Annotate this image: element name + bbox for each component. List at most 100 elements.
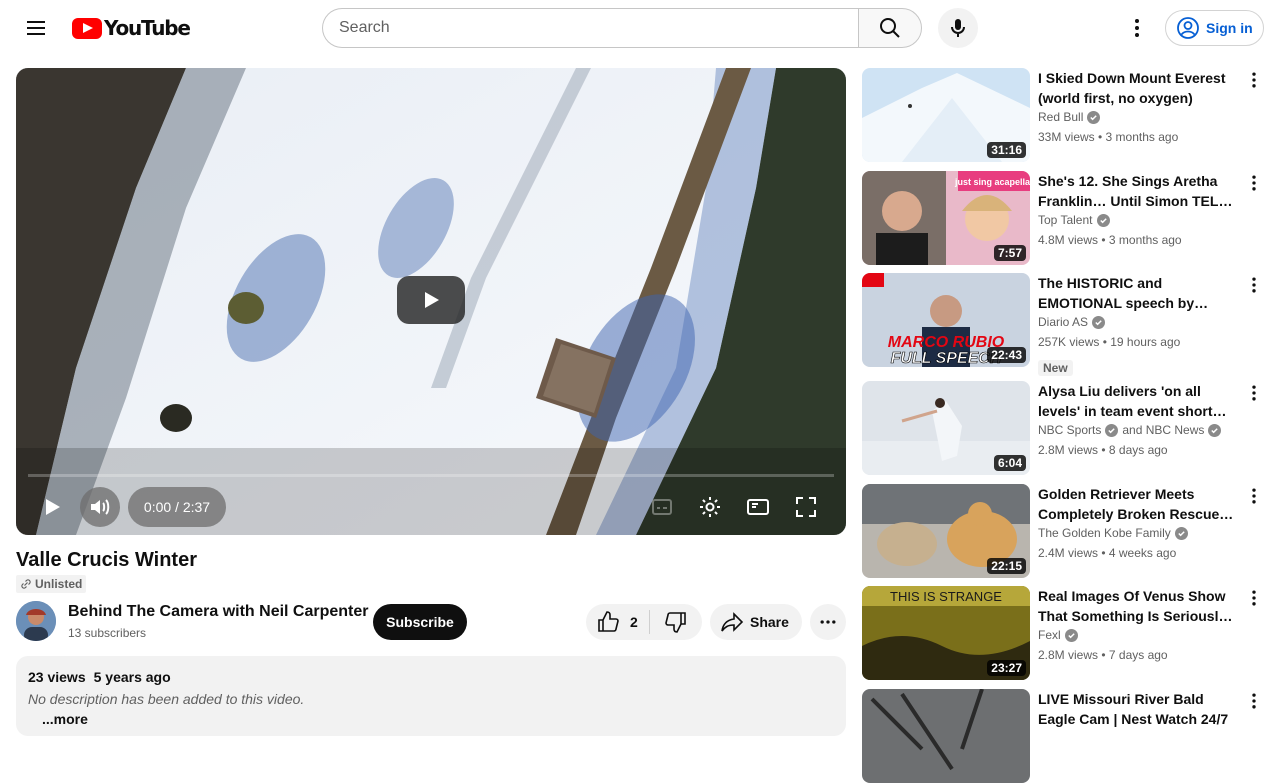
hamburger-icon [27, 21, 45, 35]
unlisted-label: Unlisted [35, 577, 83, 591]
settings-more-button[interactable] [1117, 8, 1157, 48]
volume-icon [91, 499, 110, 515]
search-box [322, 8, 859, 48]
vertical-dots-icon [1252, 175, 1256, 191]
play-icon [425, 292, 439, 308]
search-input[interactable] [339, 19, 843, 37]
time-display: 0:00 / 2:37 [128, 487, 226, 527]
subtitles-button[interactable] [642, 487, 682, 527]
recommended-meta: 257K views • 19 hours ago [1038, 335, 1181, 349]
duration-badge: 31:16 [987, 142, 1026, 158]
recommended-more-button[interactable] [1244, 273, 1264, 297]
recommended-channel[interactable]: Top Talent [1038, 213, 1110, 227]
dislike-button[interactable] [650, 604, 702, 640]
thumbs-down-icon [665, 612, 686, 633]
progress-bar[interactable] [28, 474, 834, 477]
settings-button[interactable] [690, 487, 730, 527]
mute-button[interactable] [80, 487, 120, 527]
channel-avatar[interactable] [16, 601, 56, 641]
new-badge: New [1038, 360, 1073, 376]
duration-badge: 6:04 [993, 455, 1026, 471]
menu-button[interactable] [16, 8, 56, 48]
channel-label: The Golden Kobe Family [1038, 526, 1171, 540]
like-button[interactable]: 2 [586, 604, 649, 640]
recommended-meta: 2.4M views • 4 weeks ago [1038, 546, 1177, 560]
recommended-video-title[interactable]: The HISTORIC and EMOTIONAL speech by MAR… [1038, 273, 1240, 313]
channel-label: NBC Sports [1038, 423, 1102, 437]
verified-check-icon [1208, 423, 1222, 437]
channel-label-secondary: and NBC News [1122, 423, 1205, 437]
vertical-dots-icon [1252, 590, 1256, 606]
recommended-video[interactable]: 31:16 I Skied Down Mount Everest (world … [862, 68, 1264, 162]
top-header: YouTube Sign in [0, 0, 1280, 56]
video-thumbnail[interactable]: just sing acapella! 7:57 [862, 171, 1030, 265]
recommended-meta: 2.8M views • 8 days ago [1038, 443, 1168, 457]
channel-name[interactable]: Behind The Camera with Neil Carpenter [68, 603, 369, 621]
recommended-video-title[interactable]: Golden Retriever Meets Completely Broken… [1038, 484, 1240, 524]
recommended-more-button[interactable] [1244, 68, 1264, 92]
recommended-channel[interactable]: The Golden Kobe Family [1038, 526, 1188, 540]
video-thumbnail[interactable]: MARCO RUBIO FULL SPEECH 22:43 [862, 273, 1030, 367]
big-play-button[interactable] [397, 276, 465, 324]
recommended-video[interactable]: LIVE Missouri River Bald Eagle Cam | Nes… [862, 689, 1264, 783]
youtube-play-logo-icon [72, 17, 102, 39]
recommended-video[interactable]: 6:04 Alysa Liu delivers 'on all levels' … [862, 381, 1264, 475]
recommended-video-title[interactable]: Real Images Of Venus Show That Something… [1038, 586, 1240, 626]
recommended-channel[interactable]: Red Bull [1038, 110, 1101, 124]
channel-label: Diario AS [1038, 315, 1089, 329]
share-button[interactable]: Share [710, 604, 802, 640]
video-thumbnail[interactable]: 22:15 [862, 484, 1030, 578]
theater-mode-button[interactable] [738, 487, 778, 527]
verified-check-icon [1064, 628, 1078, 642]
share-icon [721, 612, 744, 632]
recommended-video-title[interactable]: I Skied Down Mount Everest (world first,… [1038, 68, 1240, 108]
subscribe-button[interactable]: Subscribe [373, 604, 467, 640]
fullscreen-button[interactable] [786, 487, 826, 527]
gear-icon [700, 497, 720, 517]
recommended-video-title[interactable]: LIVE Missouri River Bald Eagle Cam | Nes… [1038, 689, 1240, 729]
like-dislike-group: 2 [586, 604, 702, 640]
recommended-channel[interactable]: NBC Sports and NBC News [1038, 423, 1222, 437]
recommended-video[interactable]: 22:15 Golden Retriever Meets Completely … [862, 484, 1264, 578]
play-pause-button[interactable] [32, 487, 72, 527]
recommended-video[interactable]: MARCO RUBIO FULL SPEECH 22:43 The HISTORIC… [862, 273, 1264, 376]
video-player[interactable]: 0:00 / 2:37 [16, 68, 846, 535]
recommended-channel[interactable]: Diario AS [1038, 315, 1106, 329]
horizontal-dots-icon [820, 620, 836, 624]
video-thumbnail[interactable]: THIS IS STRANGE 23:27 [862, 586, 1030, 680]
recommended-more-button[interactable] [1244, 171, 1264, 195]
thumb-caption: just sing acapella! [954, 177, 1030, 187]
link-icon [21, 579, 31, 589]
recommended-more-button[interactable] [1244, 381, 1264, 405]
recommended-more-button[interactable] [1244, 586, 1264, 610]
recommended-video-title[interactable]: She's 12. She Sings Aretha Franklin… Unt… [1038, 171, 1240, 211]
voice-search-button[interactable] [938, 8, 978, 48]
duration-badge: 7:57 [993, 245, 1026, 261]
recommended-more-button[interactable] [1244, 484, 1264, 508]
youtube-logo[interactable]: YouTube [72, 16, 191, 40]
channel-label: Fexl [1038, 628, 1061, 642]
share-label: Share [750, 614, 789, 630]
recommended-more-button[interactable] [1244, 689, 1264, 713]
description-meta: 23 views 5 years ago [28, 669, 834, 685]
show-more-link[interactable]: ...more [42, 711, 834, 727]
duration-badge: 22:15 [987, 558, 1026, 574]
vertical-dots-icon [1252, 277, 1256, 293]
recommended-meta: 33M views • 3 months ago [1038, 130, 1179, 144]
video-thumbnail[interactable]: 31:16 [862, 68, 1030, 162]
like-count: 2 [630, 614, 638, 630]
description-box[interactable]: 23 views 5 years ago No description has … [16, 656, 846, 736]
recommended-video[interactable]: just sing acapella! 7:57 She's 12. She Si… [862, 171, 1264, 265]
more-actions-button[interactable] [810, 604, 846, 640]
sign-in-button[interactable]: Sign in [1165, 10, 1264, 46]
recommended-channel[interactable]: Fexl [1038, 628, 1078, 642]
verified-check-icon [1092, 315, 1106, 329]
recommended-video-title[interactable]: Alysa Liu delivers 'on all levels' in te… [1038, 381, 1240, 421]
vertical-dots-icon [1252, 385, 1256, 401]
video-thumbnail[interactable] [862, 689, 1030, 783]
video-thumbnail[interactable]: 6:04 [862, 381, 1030, 475]
thumb-caption: THIS IS STRANGE [890, 589, 1002, 604]
recommended-video[interactable]: THIS IS STRANGE 23:27 Real Images Of Venu… [862, 586, 1264, 680]
vertical-dots-icon [1252, 488, 1256, 504]
search-button[interactable] [858, 8, 922, 48]
